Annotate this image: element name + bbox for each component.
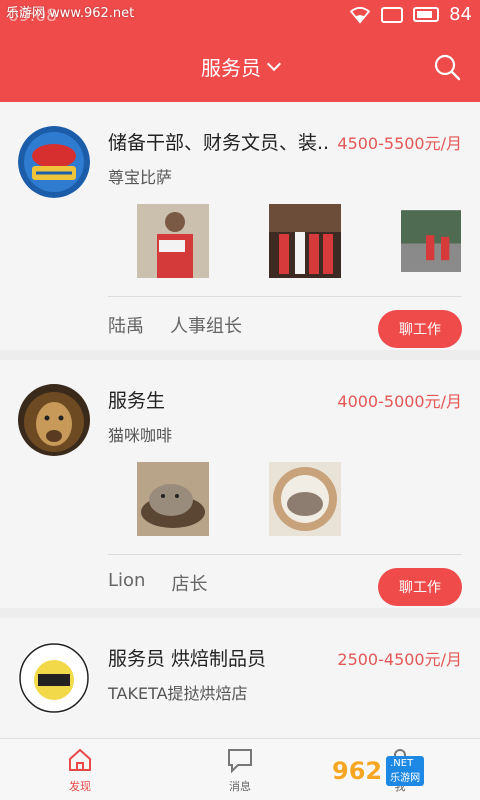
watermark-logo: 962 .NET 乐游网 bbox=[332, 748, 474, 794]
sim-icon bbox=[381, 6, 404, 23]
salary: 2500-4500元/月 bbox=[337, 650, 462, 669]
watermark-text: 乐游网 www.962.net bbox=[6, 6, 135, 21]
job-list: 储备干部、财务文员、装.. 4500-5500元/月 尊宝比萨 陆禹 人事组长 … bbox=[0, 102, 480, 738]
search-icon[interactable] bbox=[432, 52, 462, 82]
salary: 4000-5000元/月 bbox=[337, 392, 462, 411]
job-photo bbox=[401, 210, 461, 272]
nav-label: 发现 bbox=[69, 779, 91, 793]
nav-messages[interactable]: 消息 bbox=[160, 739, 320, 800]
job-card[interactable]: 服务员 烘焙制品员 2500-4500元/月 TAKETA提挞烘焙店 bbox=[0, 618, 480, 738]
contact-name: 陆禹 bbox=[108, 316, 144, 337]
page-title: 服务员 bbox=[201, 55, 261, 80]
message-icon bbox=[228, 748, 252, 773]
job-title: 服务员 烘焙制品员 bbox=[108, 648, 267, 670]
job-title: 储备干部、财务文员、装.. bbox=[108, 132, 330, 154]
company-name: TAKETA提挞烘焙店 bbox=[108, 684, 248, 703]
company-name: 尊宝比萨 bbox=[108, 168, 173, 187]
job-card[interactable]: 服务生 4000-5000元/月 猫咪咖啡 Lion 店长 聊工作 bbox=[0, 360, 480, 618]
job-photo bbox=[137, 204, 209, 278]
job-photo bbox=[269, 204, 341, 278]
chat-button[interactable]: 聊工作 bbox=[378, 310, 462, 348]
job-photo bbox=[269, 462, 341, 536]
watermark-logo-sub: .NET bbox=[390, 758, 414, 769]
home-icon bbox=[69, 748, 91, 771]
chevron-down-icon bbox=[266, 56, 282, 71]
divider bbox=[108, 554, 462, 555]
job-title: 服务生 bbox=[108, 390, 166, 412]
divider bbox=[108, 296, 462, 297]
contact-role: 人事组长 bbox=[170, 316, 242, 337]
contact-name: Lion bbox=[108, 570, 146, 591]
watermark-logo-number: 962 bbox=[332, 757, 383, 785]
salary: 4500-5500元/月 bbox=[337, 134, 462, 153]
nav-label: 消息 bbox=[229, 779, 251, 793]
battery-level: 84 bbox=[449, 4, 472, 25]
watermark-logo-sub-cn: 乐游网 bbox=[390, 773, 421, 784]
chat-button[interactable]: 聊工作 bbox=[378, 568, 462, 606]
job-card[interactable]: 储备干部、财务文员、装.. 4500-5500元/月 尊宝比萨 陆禹 人事组长 … bbox=[0, 102, 480, 360]
company-logo bbox=[18, 642, 90, 714]
nav-discover[interactable]: 发现 bbox=[0, 739, 160, 800]
company-name: 猫咪咖啡 bbox=[108, 426, 173, 445]
job-photo bbox=[137, 462, 209, 536]
company-logo bbox=[18, 126, 90, 198]
category-selector[interactable]: 服务员 bbox=[201, 52, 282, 81]
contact-role: 店长 bbox=[171, 574, 208, 595]
company-logo bbox=[18, 384, 90, 456]
wifi-icon bbox=[349, 6, 371, 24]
battery-icon bbox=[413, 7, 440, 22]
